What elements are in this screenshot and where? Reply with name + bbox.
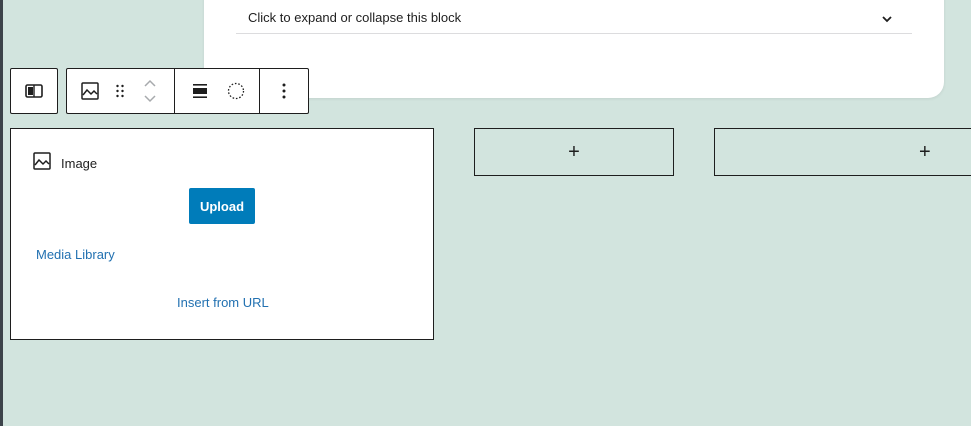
plus-icon: + xyxy=(919,141,931,163)
image-block-icon[interactable] xyxy=(75,69,105,113)
more-options-icon[interactable] xyxy=(269,69,299,113)
expand-collapse-toggle[interactable]: Click to expand or collapse this block xyxy=(236,8,912,34)
columns-icon[interactable] xyxy=(11,69,57,113)
add-block-appender[interactable]: + xyxy=(474,128,674,176)
plus-icon: + xyxy=(568,141,580,163)
block-controls-group xyxy=(175,69,260,113)
mover-group xyxy=(135,69,165,113)
chevron-down-icon[interactable] xyxy=(880,12,894,26)
image-block-header: Image xyxy=(33,152,97,175)
select-parent-toolbar xyxy=(10,68,58,114)
block-switcher-group xyxy=(67,69,175,113)
image-icon xyxy=(33,152,51,175)
collapsible-block-card: Click to expand or collapse this block xyxy=(204,0,944,98)
image-block-title: Image xyxy=(61,156,98,171)
media-library-link[interactable]: Media Library xyxy=(36,247,115,262)
move-up-icon[interactable] xyxy=(143,78,157,88)
more-options-group xyxy=(260,69,308,113)
upload-button[interactable]: Upload xyxy=(189,188,255,224)
image-block-placeholder[interactable]: Image Upload Media Library Insert from U… xyxy=(10,128,434,340)
align-wide-icon[interactable] xyxy=(185,69,215,113)
editor-sidebar-edge xyxy=(0,0,3,426)
circle-dashed-icon[interactable] xyxy=(221,69,251,113)
expand-collapse-label: Click to expand or collapse this block xyxy=(248,10,462,25)
insert-from-url-link[interactable]: Insert from URL xyxy=(177,295,269,310)
add-block-appender[interactable]: + xyxy=(714,128,971,176)
block-toolbar xyxy=(66,68,309,114)
drag-handle-icon[interactable] xyxy=(105,69,135,113)
move-down-icon[interactable] xyxy=(143,94,157,104)
